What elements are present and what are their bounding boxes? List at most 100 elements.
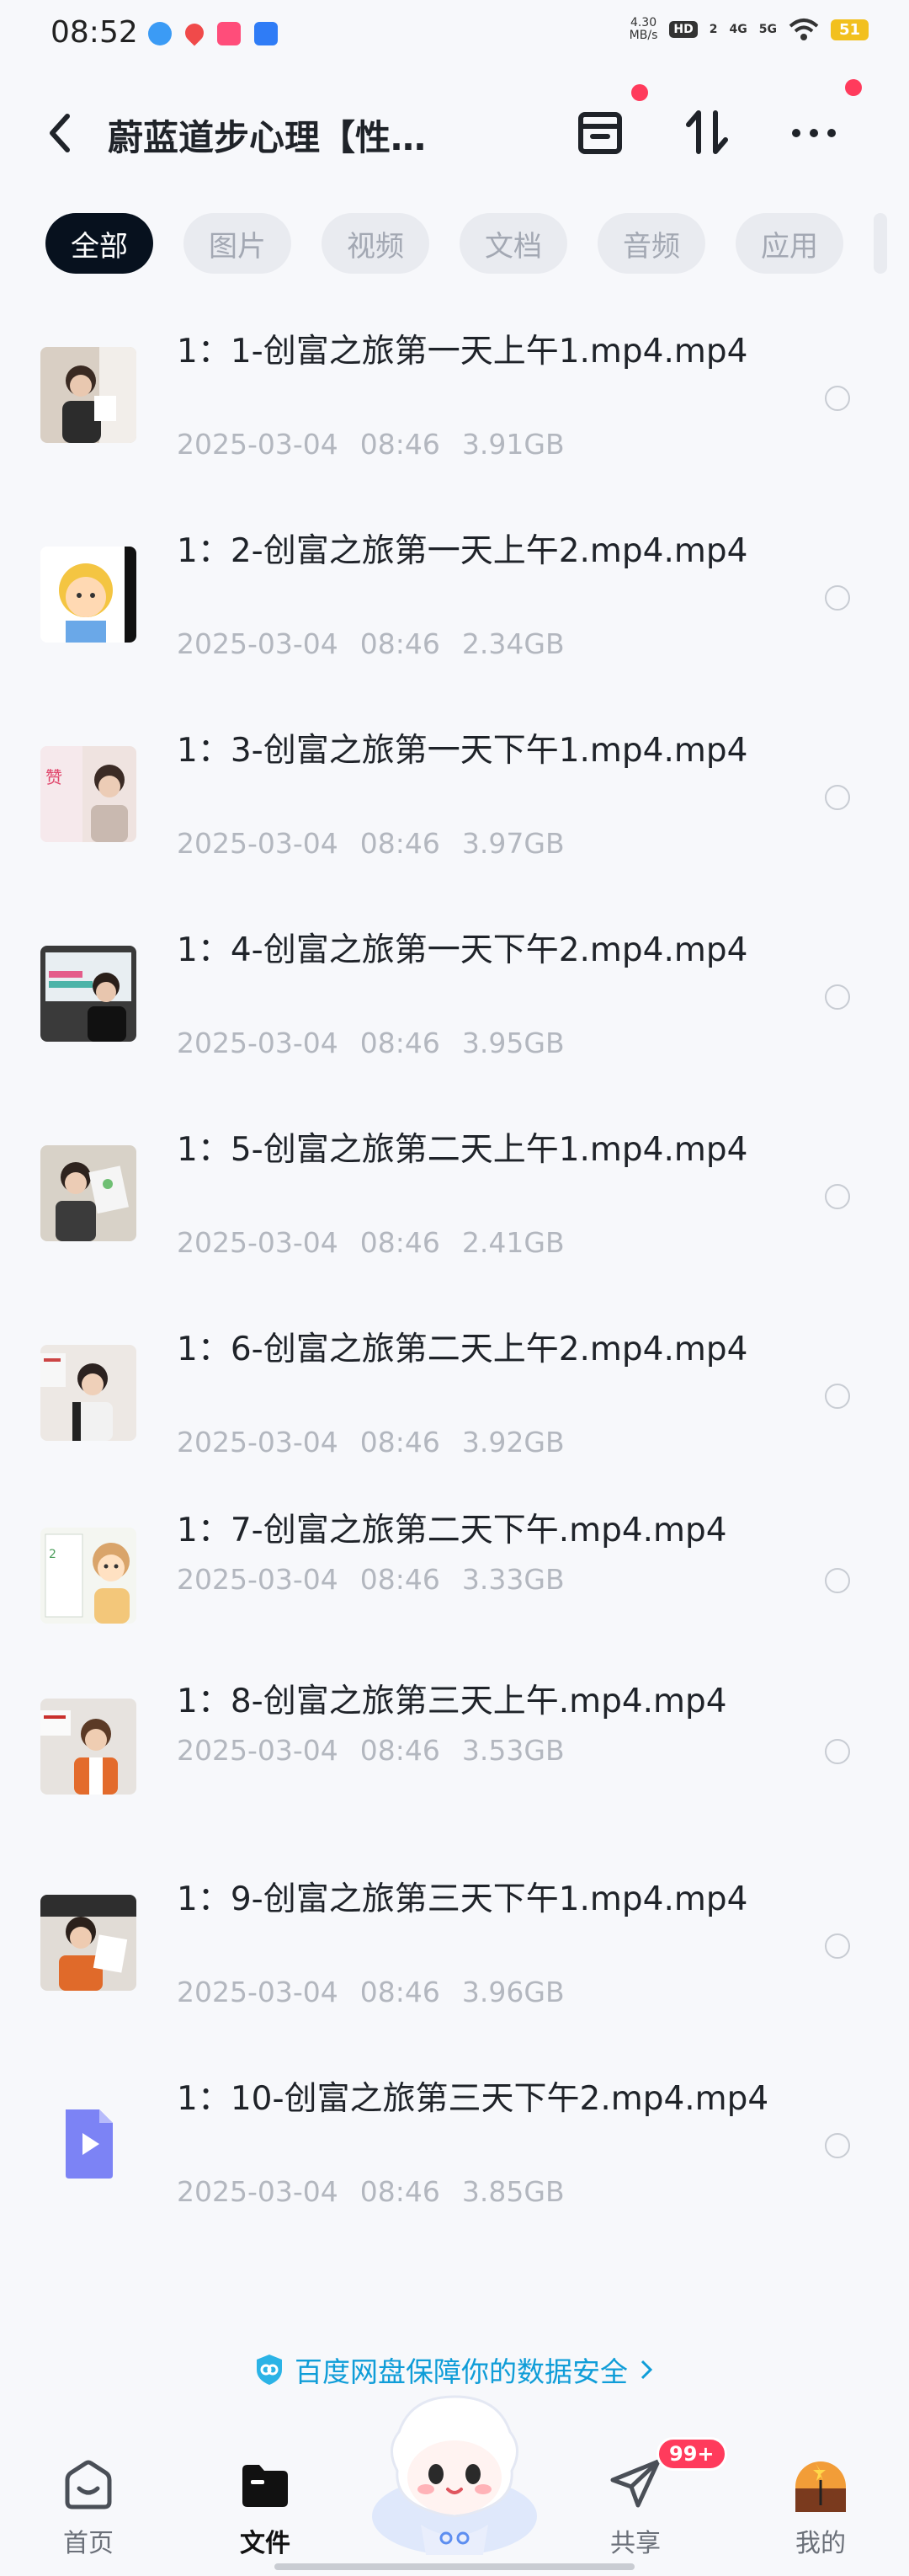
lala-app-icon — [217, 22, 241, 45]
tab-all[interactable]: 全部 — [45, 213, 153, 274]
video-thumbnail — [40, 1699, 136, 1795]
sort-arrows-icon[interactable] — [678, 103, 737, 162]
tab-videos[interactable]: 视频 — [322, 213, 429, 274]
notification-dot — [845, 79, 862, 96]
file-size: 3.91GB — [461, 428, 565, 461]
file-name: 1：4-创富之旅第一天下午2.mp4.mp4 — [177, 931, 748, 969]
list-item[interactable]: 1：4-创富之旅第一天下午2.mp4.mp4 2025-03-04 08:46 3.… — [0, 902, 909, 1096]
tab-images[interactable]: 图片 — [183, 213, 291, 274]
file-name: 1：3-创富之旅第一天下午1.mp4.mp4 — [177, 732, 748, 770]
file-meta: 2025-03-04 08:46 3.96GB — [177, 1976, 587, 2008]
video-thumbnail: 2 — [40, 1528, 136, 1624]
notification-dot — [631, 84, 648, 101]
list-item[interactable]: 赞 1：3-创富之旅第一天下午1.mp4.mp4 2025-03-04 08:46… — [0, 702, 909, 896]
baidu-netdisk-notification-icon — [148, 22, 172, 45]
file-date: 2025-03-04 — [177, 2175, 338, 2208]
list-item[interactable]: 2 1：7-创富之旅第二天下午.mp4.mp4 2025-03-04 08:46 3… — [0, 1501, 909, 1652]
file-meta: 2025-03-04 08:46 3.91GB — [177, 428, 587, 461]
nav-header: 蔚蓝道步心理【性… — [0, 79, 909, 185]
signal-5g-icon: 5G — [758, 23, 777, 36]
filter-tabs: 全部 图片 视频 文档 音频 应用 — [45, 213, 887, 274]
wifi-icon — [789, 19, 819, 40]
status-app-icons — [148, 19, 278, 46]
select-checkbox[interactable] — [825, 1384, 850, 1409]
archive-box-icon[interactable] — [571, 103, 630, 162]
safety-notice-link[interactable]: 百度网盘保障你的数据安全 — [0, 2349, 909, 2393]
net-speed-unit: MB/s — [629, 29, 658, 42]
video-thumbnail — [40, 1145, 136, 1241]
file-meta: 2025-03-04 08:46 3.33GB — [177, 1563, 587, 1596]
nav-files-label: 文件 — [240, 2529, 290, 2558]
file-name: 1：8-创富之旅第三天上午.mp4.mp4 — [177, 1683, 727, 1720]
file-time: 08:46 — [359, 2175, 440, 2208]
nav-mine[interactable]: 我的 — [758, 2455, 884, 2559]
tab-audio[interactable]: 音频 — [598, 213, 705, 274]
select-checkbox[interactable] — [825, 1739, 850, 1764]
file-date: 2025-03-04 — [177, 1563, 338, 1596]
video-file-icon — [40, 2094, 136, 2190]
list-item[interactable]: 1：6-创富之旅第二天上午2.mp4.mp4 2025-03-04 08:46 3.… — [0, 1301, 909, 1495]
file-name: 1：2-创富之旅第一天上午2.mp4.mp4 — [177, 532, 748, 570]
list-item[interactable]: 1：8-创富之旅第三天上午.mp4.mp4 2025-03-04 08:46 3.5… — [0, 1672, 909, 1823]
share-notification-badge: 99+ — [656, 2437, 727, 2471]
file-date: 2025-03-04 — [177, 1226, 338, 1259]
file-meta: 2025-03-04 08:46 3.85GB — [177, 2175, 587, 2208]
file-date: 2025-03-04 — [177, 428, 338, 461]
paper-plane-icon — [610, 2459, 661, 2508]
file-time: 08:46 — [359, 1027, 440, 1059]
file-meta: 2025-03-04 08:46 2.34GB — [177, 627, 587, 660]
svg-text:2: 2 — [49, 1548, 56, 1561]
home-icon — [65, 2460, 112, 2509]
file-date: 2025-03-04 — [177, 1976, 338, 2008]
tab-apps[interactable]: 应用 — [736, 213, 843, 274]
file-date: 2025-03-04 — [177, 1027, 338, 1059]
list-item[interactable]: 1：10-创富之旅第三天下午2.mp4.mp4 2025-03-04 08:46 3… — [0, 2051, 909, 2244]
page-title: 蔚蓝道步心理【性… — [108, 117, 427, 158]
safety-notice-text: 百度网盘保障你的数据安全 — [295, 2355, 628, 2388]
tab-documents[interactable]: 文档 — [460, 213, 567, 274]
file-time: 08:46 — [359, 1426, 440, 1459]
video-thumbnail — [40, 946, 136, 1042]
ai-assistant-mascot-button[interactable] — [360, 2390, 549, 2558]
shield-icon — [257, 2355, 282, 2385]
file-time: 08:46 — [359, 1226, 440, 1259]
select-checkbox[interactable] — [825, 785, 850, 810]
file-size: 3.97GB — [461, 827, 565, 860]
tab-more[interactable] — [874, 213, 887, 274]
file-size: 2.34GB — [461, 627, 565, 660]
hd-badge: HD — [669, 21, 698, 38]
video-thumbnail — [40, 1345, 136, 1441]
select-checkbox[interactable] — [825, 2133, 850, 2158]
chevron-right-icon — [641, 2360, 653, 2380]
file-time: 08:46 — [359, 827, 440, 860]
file-date: 2025-03-04 — [177, 627, 338, 660]
video-thumbnail — [40, 347, 136, 443]
back-arrow-icon[interactable] — [42, 108, 76, 158]
select-checkbox[interactable] — [825, 1184, 850, 1209]
list-item[interactable]: 1：2-创富之旅第一天上午2.mp4.mp4 2025-03-04 08:46 2.… — [0, 503, 909, 696]
select-checkbox[interactable] — [825, 386, 850, 411]
list-item[interactable]: 1：5-创富之旅第二天上午1.mp4.mp4 2025-03-04 08:46 2.… — [0, 1101, 909, 1295]
home-indicator[interactable] — [274, 2563, 635, 2570]
status-indicators: 4.30 MB/s HD 2 4G 5G 51 — [630, 17, 869, 42]
nav-home[interactable]: 首页 — [25, 2455, 152, 2559]
net-speed-value: 4.30 — [630, 16, 657, 29]
file-size: 3.53GB — [461, 1734, 565, 1767]
select-checkbox[interactable] — [825, 1568, 850, 1593]
battery-icon: 51 — [830, 19, 869, 40]
file-size: 3.92GB — [461, 1426, 565, 1459]
nav-files[interactable]: 文件 — [202, 2455, 328, 2559]
list-item[interactable]: 1：1-创富之旅第一天上午1.mp4.mp4 2025-03-04 08:46 3.… — [0, 303, 909, 497]
list-item[interactable]: 1：9-创富之旅第三天下午1.mp4.mp4 2025-03-04 08:46 3.… — [0, 1851, 909, 2045]
folder-icon — [242, 2465, 288, 2507]
location-pin-icon — [181, 19, 208, 46]
select-checkbox[interactable] — [825, 984, 850, 1010]
select-checkbox[interactable] — [825, 1933, 850, 1959]
file-meta: 2025-03-04 08:46 3.97GB — [177, 827, 587, 860]
nav-share-label: 共享 — [610, 2529, 661, 2558]
signal-4g-icon: 4G — [729, 23, 747, 36]
more-options-icon[interactable] — [784, 103, 843, 162]
select-checkbox[interactable] — [825, 585, 850, 611]
file-name: 1：7-创富之旅第二天下午.mp4.mp4 — [177, 1512, 727, 1549]
file-size: 3.96GB — [461, 1976, 565, 2008]
